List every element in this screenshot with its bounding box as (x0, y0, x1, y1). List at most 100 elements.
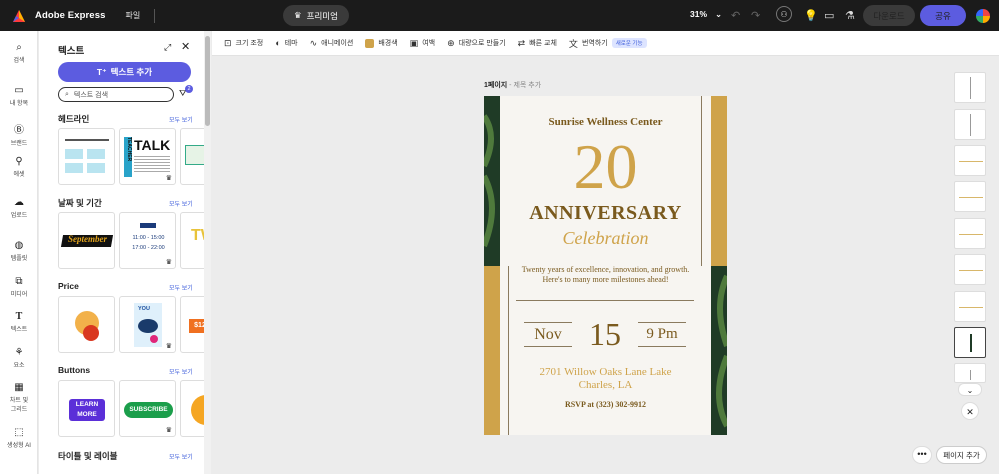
rail-item-templates[interactable]: ◍ 템플릿 (0, 240, 38, 262)
quick-swap-icon: ⇄ (517, 37, 526, 48)
tool-label: 여백 (422, 40, 436, 47)
text-search-input[interactable]: ⌕ 텍스트 검색 (58, 87, 174, 102)
bulk-create-button[interactable]: ⊕ 대량으로 만들기 (447, 38, 506, 49)
rail-item-elements[interactable]: ⚘ 요소 (0, 347, 38, 369)
rail-item-charts[interactable]: ▦ 차트 및 그리드 (0, 382, 38, 413)
page-thumbnail[interactable] (954, 145, 986, 176)
premium-crown-icon: ♛ (165, 259, 172, 266)
close-icon[interactable]: ✕ (181, 40, 190, 53)
adobe-express-logo-icon[interactable] (12, 9, 26, 23)
translate-icon: 文 (568, 38, 578, 49)
add-page-button[interactable]: 페이지 추가 (936, 446, 987, 464)
premium-crown-icon: ♛ (165, 175, 172, 182)
margin-icon: ▣ (409, 37, 419, 48)
template-thumb[interactable]: LEARN MORE (58, 380, 115, 437)
page-thumbnail[interactable] (954, 254, 986, 285)
avatar[interactable] (976, 9, 990, 23)
page-thumbnail[interactable] (954, 72, 986, 103)
page-thumbnail[interactable] (954, 109, 986, 140)
rail-item-assets[interactable]: ⚲ 에셋 (0, 156, 38, 178)
see-all-link[interactable]: 모두 보기 (169, 452, 193, 461)
page-thumbnail[interactable] (954, 363, 986, 383)
rail-item-upload[interactable]: ☁ 업로드 (0, 197, 38, 219)
translate-button[interactable]: 文 번역하기 새로운 기능 (569, 37, 647, 50)
resize-icon: ⊡ (224, 37, 232, 48)
share-button[interactable]: 공유 (920, 5, 966, 26)
panel-title: 텍스트 (58, 46, 85, 57)
section-title-titles: 타이틀 및 레이블 (58, 451, 118, 461)
lab-flask-icon[interactable]: ⚗ (845, 9, 855, 22)
rail-label: 에셋 (13, 172, 25, 178)
template-thumb[interactable] (58, 128, 115, 185)
file-menu[interactable]: 파일 (125, 10, 140, 21)
filter-count-badge: 2 (185, 85, 193, 93)
divider-line (638, 346, 686, 347)
rail-item-search[interactable]: ⌕ 검색 (0, 42, 38, 64)
add-text-button[interactable]: T⁺ 텍스트 추가 (58, 62, 191, 82)
premium-button[interactable]: ♛ 프리미엄 (283, 5, 349, 26)
undo-icon[interactable]: ↶ (731, 9, 740, 22)
rail-label: 검색 (13, 58, 25, 64)
page-label[interactable]: 1페이지 - 제목 추가 (484, 80, 541, 90)
document-page[interactable]: Sunrise Wellness Center 20 ANNIVERSARY C… (484, 96, 727, 435)
resize-button[interactable]: ⊡ 크기 조정 (224, 38, 263, 49)
more-options-icon[interactable]: ••• (912, 446, 932, 464)
assets-icon: ⚲ (15, 156, 23, 167)
rail-label: 생성형 AI (7, 443, 31, 449)
rsvp-text[interactable]: RSVP at (323) 302-9912 (484, 400, 727, 409)
template-thumb[interactable] (58, 296, 115, 353)
see-all-link[interactable]: 모두 보기 (169, 367, 193, 376)
event-day[interactable]: 15 (580, 316, 630, 353)
template-thumb[interactable]: September (58, 212, 115, 269)
see-all-link[interactable]: 모두 보기 (169, 115, 193, 124)
address-line-1[interactable]: 2701 Willow Oaks Lane Lake (484, 366, 727, 378)
event-time[interactable]: 9 Pm (638, 326, 686, 343)
template-thumb[interactable]: YOU ♛ (119, 296, 176, 353)
rail-item-generative-ai[interactable]: ⬚ 생성형 AI (0, 427, 38, 449)
anniversary-number[interactable]: 20 (484, 132, 727, 202)
zoom-control[interactable]: 31% ⌄ (690, 9, 722, 20)
rail-label: 요소 (13, 363, 25, 369)
rail-item-text[interactable]: T 텍스트 (0, 311, 38, 333)
expand-icon[interactable]: ⤢ (164, 42, 171, 53)
rail-item-my-items[interactable]: ▭ 내 항목 (0, 85, 38, 107)
template-thumb[interactable]: 11:00 - 15:00 17:00 - 22:00 ♛ (119, 212, 176, 269)
event-month[interactable]: Nov (524, 326, 572, 344)
tagline-line-1[interactable]: Twenty years of excellence, innovation, … (484, 265, 727, 274)
close-icon[interactable]: ✕ (961, 402, 979, 420)
invite-user-icon[interactable]: ⚇ (776, 6, 792, 22)
page-thumbnail[interactable] (954, 181, 986, 212)
quick-swap-button[interactable]: ⇄ 빠른 교체 (518, 38, 557, 49)
celebration-text[interactable]: Celebration (484, 228, 727, 249)
tagline-line-2[interactable]: Here's to many more milestones ahead! (484, 275, 727, 284)
redo-icon[interactable]: ↷ (751, 9, 760, 22)
template-thumb[interactable]: TEACHER TALK ♛ (119, 128, 176, 185)
comment-icon[interactable]: ▭ (824, 9, 834, 22)
template-thumb[interactable]: SUBSCRIBE ♛ (119, 380, 176, 437)
divider-line (508, 266, 509, 435)
org-name[interactable]: Sunrise Wellness Center (484, 116, 727, 128)
page-thumbnail[interactable] (954, 291, 986, 322)
page-title-hint[interactable]: - 제목 추가 (507, 82, 541, 89)
rail-label: 템플릿 (10, 256, 28, 262)
thumb-text: MORE (77, 411, 97, 418)
panel-scrollbar[interactable] (205, 36, 210, 126)
theme-button[interactable]: ◐ 테마 (275, 38, 297, 48)
lightbulb-icon[interactable]: 💡 (804, 9, 818, 22)
rail-item-brand[interactable]: Ⓑ 브랜드 (0, 121, 38, 147)
theme-icon: ◐ (275, 38, 281, 48)
download-button[interactable]: 다운로드 (863, 5, 915, 26)
animation-icon: ∿ (309, 37, 318, 48)
anniversary-title[interactable]: ANNIVERSARY (484, 202, 727, 225)
see-all-link[interactable]: 모두 보기 (169, 283, 193, 292)
animation-button[interactable]: ∿ 애니메이션 (310, 38, 354, 49)
see-all-link[interactable]: 모두 보기 (169, 199, 193, 208)
page-thumbnail-selected[interactable] (954, 327, 986, 358)
address-line-2[interactable]: Charles, LA (484, 379, 727, 391)
background-color-button[interactable]: 배경색 (365, 38, 398, 48)
chevron-down-icon[interactable]: ⌄ (958, 383, 982, 396)
page-thumbnail[interactable] (954, 218, 986, 249)
new-feature-badge: 새로운 기능 (611, 38, 647, 48)
margin-button[interactable]: ▣ 여백 (410, 38, 435, 49)
rail-item-media[interactable]: ⧉ 미디어 (0, 276, 38, 298)
